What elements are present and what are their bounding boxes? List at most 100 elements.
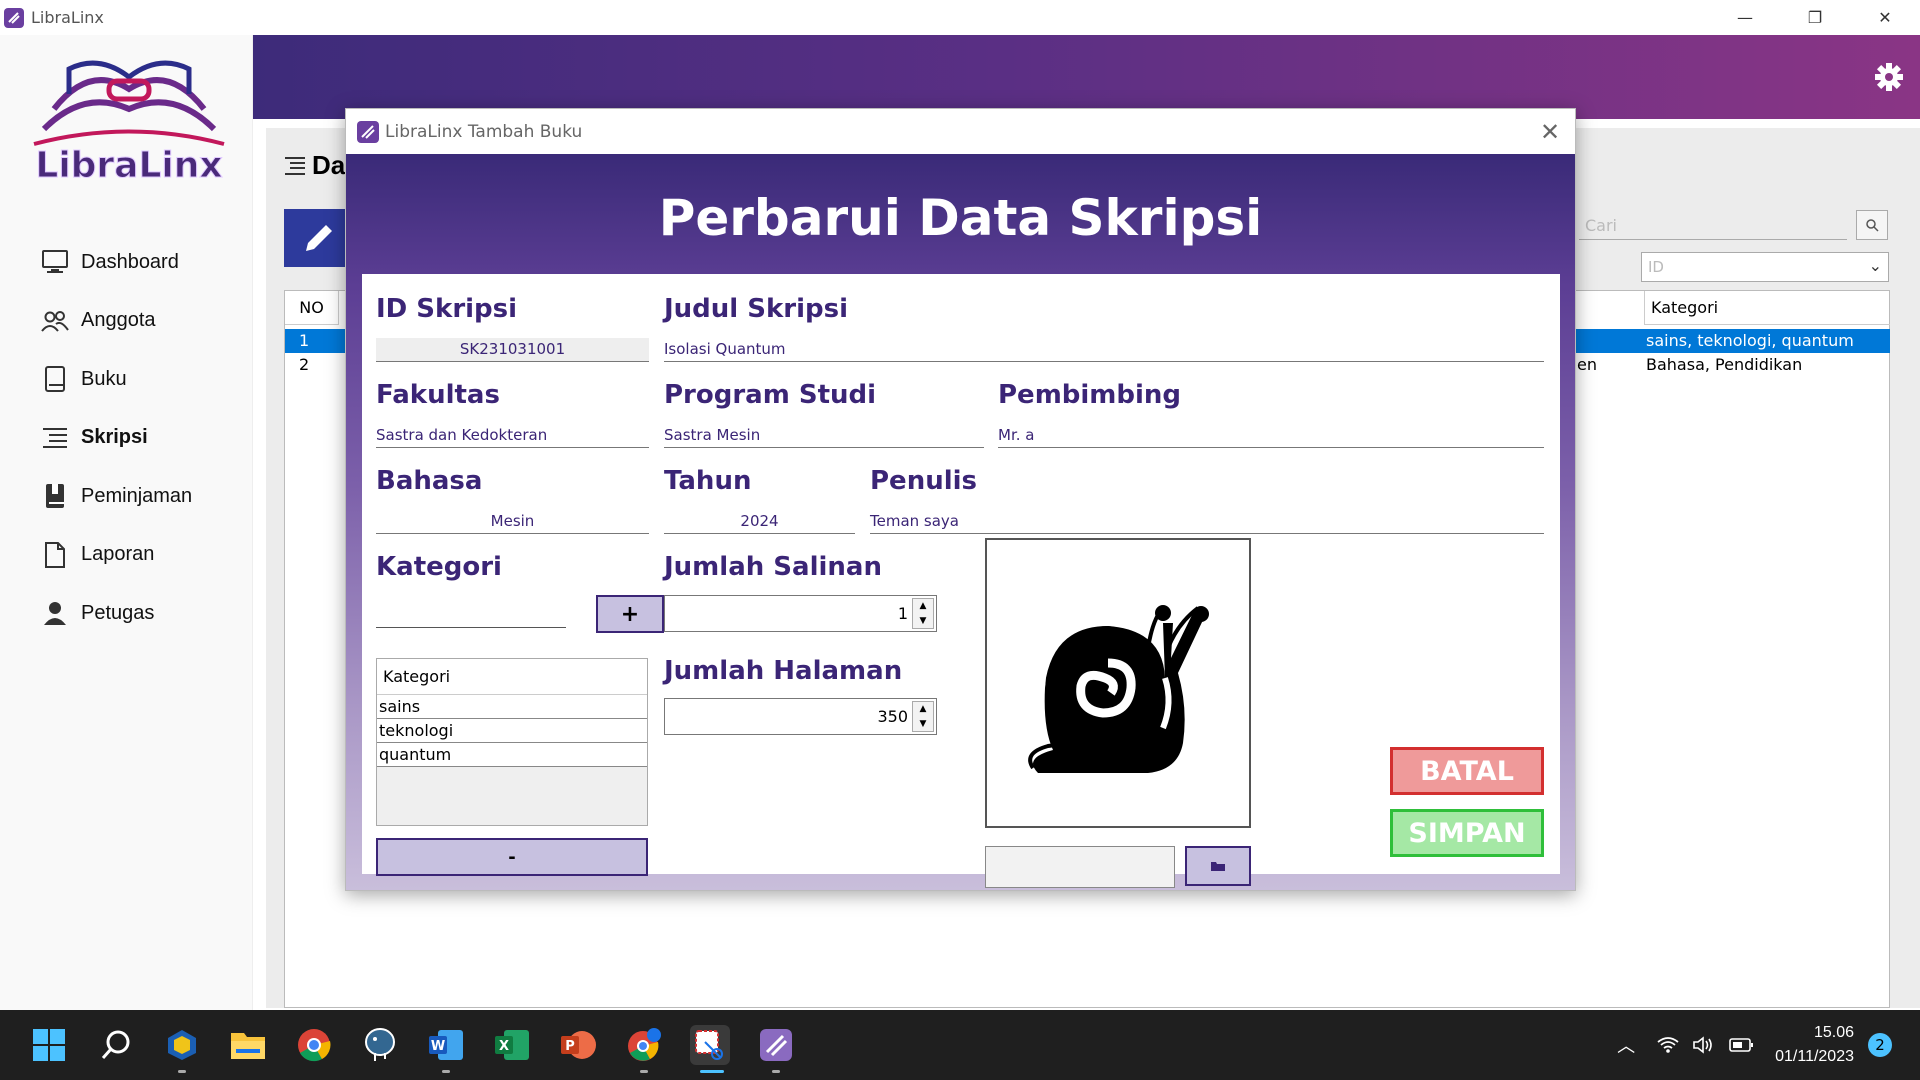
dialog-titlebar: LibraLinx Tambah Buku [346,109,1575,154]
chrome-alt-icon[interactable] [624,1025,664,1065]
jumlah-salinan-spinner[interactable]: 1 ▲ ▼ [664,595,937,632]
sidebar-item-dashboard[interactable]: Dashboard [40,233,192,292]
filter-select-value: ID [1648,258,1664,276]
libralinx-icon[interactable] [756,1025,796,1065]
restore-button[interactable]: ❐ [1780,0,1850,35]
sidebar-item-label: Anggota [81,309,156,332]
list-icon [40,423,70,453]
windows-start-icon[interactable] [29,1025,69,1065]
table-header-no: NO [285,291,339,325]
sidebar-item-skripsi[interactable]: Skripsi [40,409,192,468]
add-kategori-button[interactable]: + [596,595,664,633]
search-icon[interactable] [96,1025,136,1065]
dialog-title: LibraLinx Tambah Buku [385,121,583,142]
image-path-field[interactable] [985,846,1175,888]
table-header-kategori: Kategori [1644,291,1890,325]
table-cell-no: 1 [299,331,310,350]
filter-select[interactable]: ID ⌄ [1641,252,1889,282]
powerpoint-icon[interactable]: P [558,1025,598,1065]
edit-button[interactable] [284,209,354,267]
postgres-icon[interactable] [360,1025,400,1065]
dialog-close-button[interactable]: ✕ [1525,109,1575,154]
taskbar-indicator [442,1070,450,1073]
chevron-down-icon[interactable]: ▼ [920,719,927,729]
kategori-list-header: Kategori [377,659,647,695]
taskbar-indicator [640,1070,648,1073]
id-skripsi-field: SK231031001 [376,338,649,362]
chevron-down-icon[interactable]: ▼ [920,616,927,626]
table-cell-kategori: sains, teknologi, quantum [1646,331,1854,350]
chrome-icon[interactable] [294,1025,334,1065]
label-judul-skripsi: Judul Skripsi [664,294,849,324]
label-program-studi: Program Studi [664,380,877,410]
label-tahun: Tahun [664,466,752,496]
volume-icon[interactable] [1693,1036,1715,1054]
gear-icon[interactable] [1874,62,1904,92]
sidebar-item-label: Skripsi [81,426,148,449]
pembimbing-field[interactable]: Mr. a [998,424,1544,448]
sidebar-item-laporan[interactable]: Laporan [40,526,192,585]
spinner-arrows[interactable]: ▲ ▼ [912,598,934,629]
book-icon [40,364,70,394]
list-item[interactable]: teknologi [377,719,647,743]
svg-text:P: P [565,1039,575,1054]
label-id-skripsi: ID Skripsi [376,294,518,324]
snail-icon [1028,605,1209,773]
sidebar-item-buku[interactable]: Buku [40,350,192,409]
sidebar-item-label: Buku [81,367,127,390]
taskbar-indicator [178,1070,186,1073]
sidebar-item-petugas[interactable]: Petugas [40,584,192,643]
list-icon [285,156,305,175]
form-panel: ID Skripsi SK231031001 Judul Skripsi Iso… [362,274,1560,888]
jumlah-halaman-value: 350 [877,707,908,726]
header-band [253,35,1920,119]
program-studi-field[interactable]: Sastra Mesin [664,424,984,448]
table-cell-fragment: en [1577,355,1597,374]
battery-icon[interactable] [1729,1037,1755,1053]
list-item[interactable]: sains [377,695,647,719]
spinner-arrows[interactable]: ▲ ▼ [912,701,934,732]
virtualbox-icon[interactable] [162,1025,202,1065]
libralinx-logo: LibraLinx [33,60,225,184]
bahasa-field[interactable]: Mesin [376,510,649,534]
search-input[interactable]: Cari [1579,210,1847,240]
kategori-input[interactable] [376,600,566,628]
remove-kategori-button[interactable]: - [376,838,648,876]
chevron-up-icon[interactable]: ︿ [1617,1032,1635,1058]
clock[interactable]: 15.06 01/11/2023 [1775,1021,1854,1069]
sidebar-item-peminjaman[interactable]: Peminjaman [40,467,192,526]
batal-button[interactable]: BATAL [1390,747,1544,795]
chevron-down-icon: ⌄ [1868,256,1882,275]
person-icon [40,598,70,628]
window-title: LibraLinx [31,8,104,27]
svg-text:W: W [431,1039,445,1054]
label-jumlah-salinan: Jumlah Salinan [664,552,882,582]
simpan-button[interactable]: SIMPAN [1390,809,1544,857]
notification-badge[interactable]: 2 [1868,1033,1892,1057]
document-icon [40,540,70,570]
wifi-icon[interactable] [1657,1036,1679,1054]
minimize-button[interactable]: — [1710,0,1780,35]
libralinx-app-icon [4,7,24,28]
logo-text: LibraLinx [35,145,222,184]
system-tray: ︿ 15.06 01/11/2023 2 [1617,1010,1920,1080]
kategori-list: Kategori sains teknologi quantum [376,658,648,826]
chevron-up-icon[interactable]: ▲ [920,601,927,611]
fakultas-field[interactable]: Sastra dan Kedokteran [376,424,649,448]
word-icon[interactable]: W [426,1025,466,1065]
chevron-up-icon[interactable]: ▲ [920,704,927,714]
sidebar-item-label: Laporan [81,543,155,566]
snipping-tool-icon[interactable] [690,1025,730,1065]
sidebar-item-anggota[interactable]: Anggota [40,292,192,351]
file-explorer-icon[interactable] [228,1025,268,1065]
list-item[interactable]: quantum [377,743,647,767]
penulis-field[interactable]: Teman saya [870,510,1544,534]
browse-image-button[interactable] [1185,846,1251,886]
close-button[interactable]: ✕ [1850,0,1920,35]
clock-date: 01/11/2023 [1775,1048,1854,1065]
excel-icon[interactable]: X [492,1025,532,1065]
judul-skripsi-field[interactable]: Isolasi Quantum [664,338,1544,362]
search-button[interactable] [1856,210,1888,240]
tahun-field[interactable]: 2024 [664,510,855,534]
jumlah-halaman-spinner[interactable]: 350 ▲ ▼ [664,698,937,735]
